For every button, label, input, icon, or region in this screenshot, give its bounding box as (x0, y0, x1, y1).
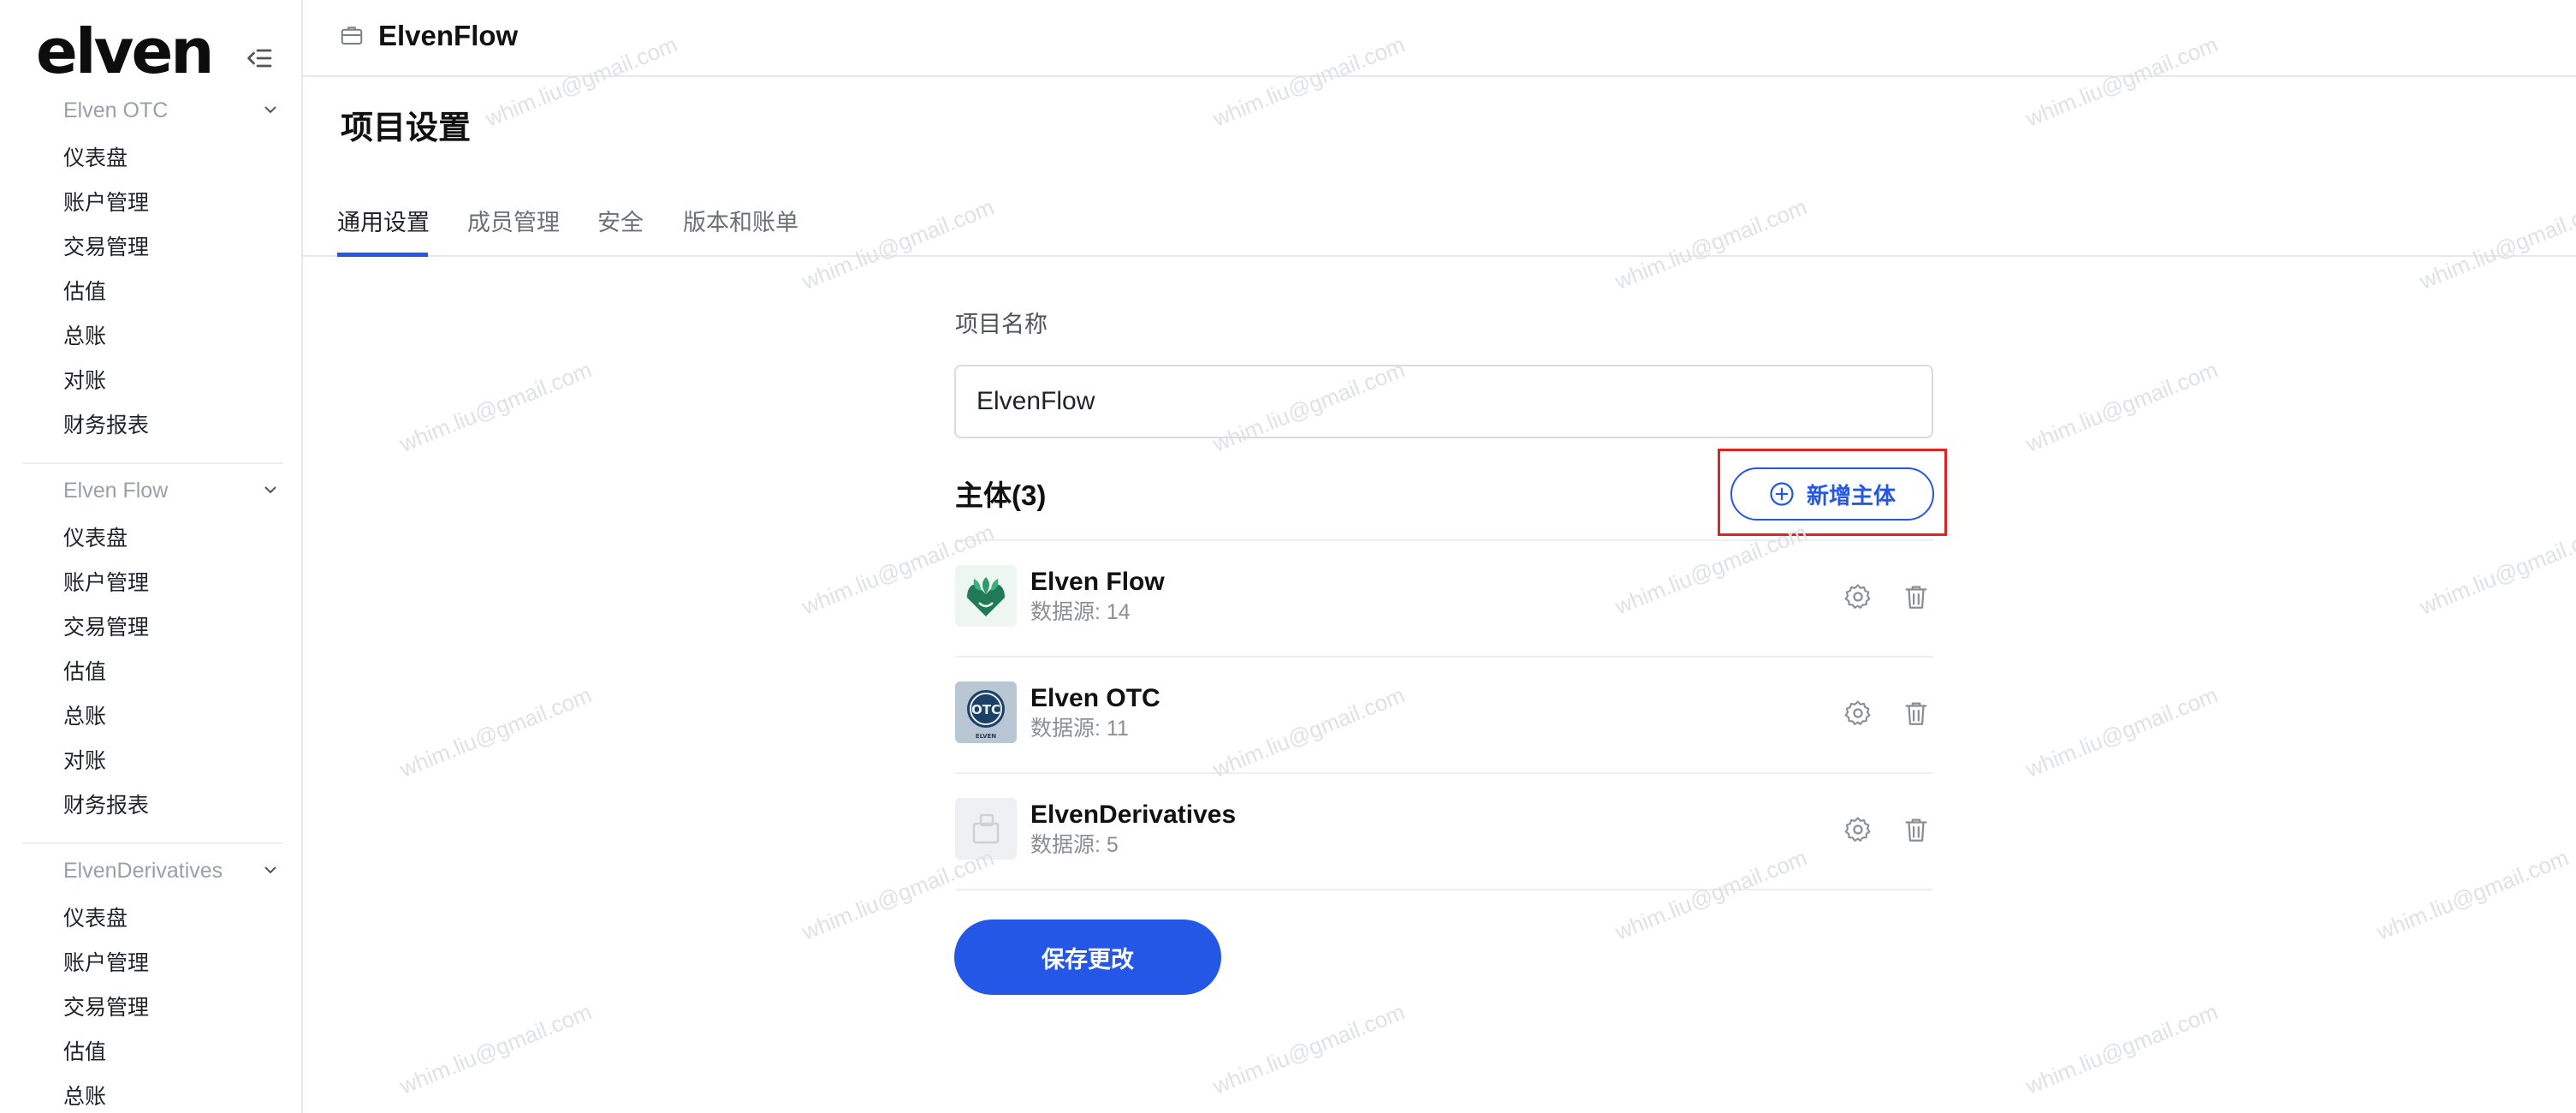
sidebar-group-elven-derivatives[interactable]: ElvenDerivatives (63, 856, 223, 885)
tab-security[interactable]: 安全 (597, 205, 644, 240)
sidebar-item-dashboard[interactable]: 仪表盘 (63, 904, 128, 933)
sidebar-item-dashboard[interactable]: 仪表盘 (63, 524, 128, 553)
collapse-sidebar-icon[interactable] (245, 43, 276, 74)
project-name-label: 项目名称 (955, 312, 1048, 337)
entity-name: Elven Flow (1030, 568, 1165, 596)
settings-tabs: 通用设置 成员管理 安全 版本和账单 (303, 190, 2576, 257)
save-changes-button[interactable]: 保存更改 (954, 920, 1221, 995)
watermark: whim.liu@gmail.com (2021, 681, 2222, 783)
watermark: whim.liu@gmail.com (2372, 844, 2573, 945)
sidebar-item-reports[interactable]: 财务报表 (63, 411, 149, 440)
tab-general-settings[interactable]: 通用设置 (337, 205, 430, 240)
sidebar-item-reconciliation[interactable]: 对账 (63, 747, 106, 776)
elven-logo[interactable]: elven (36, 10, 215, 92)
watermark: whim.liu@gmail.com (395, 356, 596, 457)
watermark: whim.liu@gmail.com (2021, 998, 2222, 1099)
sidebar-item-valuation[interactable]: 估值 (63, 1038, 106, 1067)
sidebar-item-ledger[interactable]: 总账 (63, 1082, 106, 1111)
trash-icon[interactable] (1902, 582, 1931, 611)
sidebar-group-elven-flow[interactable]: Elven Flow (63, 476, 168, 505)
entity-data-source-count: 数据源: 5 (1030, 833, 1119, 857)
project-name-input[interactable] (954, 365, 1933, 438)
row-divider (955, 889, 1933, 890)
gear-icon[interactable] (1843, 699, 1873, 728)
sidebar-item-ledger[interactable]: 总账 (63, 322, 106, 351)
sidebar-item-reconciliation[interactable]: 对账 (63, 366, 106, 396)
entity-data-source-count: 数据源: 11 (1030, 717, 1129, 741)
watermark: whim.liu@gmail.com (2415, 519, 2576, 620)
sidebar-item-valuation[interactable]: 估值 (63, 658, 106, 687)
sidebar-item-ledger[interactable]: 总账 (63, 702, 106, 731)
entity-name: ElvenDerivatives (1030, 801, 1237, 829)
chevron-down-icon[interactable] (260, 479, 281, 500)
trash-icon[interactable] (1902, 815, 1931, 844)
sidebar-item-reports[interactable]: 财务报表 (63, 791, 149, 820)
add-entity-button[interactable]: 新增主体 (1730, 467, 1934, 521)
sidebar-item-accounts[interactable]: 账户管理 (63, 188, 149, 217)
sidebar-item-dashboard[interactable]: 仪表盘 (63, 144, 128, 173)
sidebar-divider (22, 842, 282, 844)
entities-title: 主体(3) (955, 479, 1047, 511)
sidebar: elven Elven OTC 仪表盘 账户管理 交易管理 估值 总账 对账 财… (0, 0, 303, 1113)
entity-data-source-count: 数据源: 14 (1030, 600, 1131, 624)
tab-member-management[interactable]: 成员管理 (467, 205, 560, 240)
watermark: whim.liu@gmail.com (1208, 998, 1409, 1099)
gear-icon[interactable] (1843, 815, 1873, 844)
sidebar-item-accounts[interactable]: 账户管理 (63, 949, 149, 978)
trash-icon[interactable] (1902, 699, 1931, 728)
page-title: 项目设置 (341, 110, 472, 146)
otc-logo: OTC ELVEN (955, 681, 1017, 743)
sidebar-item-valuation[interactable]: 估值 (63, 277, 106, 307)
svg-text:OTC: OTC (971, 702, 1000, 717)
project-name: ElvenFlow (378, 20, 519, 51)
watermark: whim.liu@gmail.com (395, 681, 596, 783)
plus-circle-icon (1770, 482, 1794, 506)
briefcase-icon (341, 27, 363, 45)
sidebar-item-accounts[interactable]: 账户管理 (63, 568, 149, 598)
svg-text:ELVEN: ELVEN (976, 733, 996, 740)
sidebar-item-transactions[interactable]: 交易管理 (63, 613, 149, 642)
placeholder-logo (955, 798, 1017, 860)
chevron-down-icon[interactable] (260, 860, 281, 880)
tab-plan-and-billing[interactable]: 版本和账单 (683, 205, 798, 240)
entity-row: OTC ELVEN Elven OTC 数据源: 11 (955, 658, 1933, 772)
entity-row: ElvenDerivatives 数据源: 5 (955, 774, 1933, 889)
watermark: whim.liu@gmail.com (395, 998, 596, 1099)
entity-name: Elven OTC (1030, 684, 1160, 712)
active-tab-indicator (337, 253, 428, 257)
watermark: whim.liu@gmail.com (2021, 356, 2222, 457)
sidebar-divider (22, 462, 282, 464)
sidebar-item-transactions[interactable]: 交易管理 (63, 993, 149, 1022)
add-entity-label: 新增主体 (1806, 482, 1896, 509)
top-bar: ElvenFlow (303, 0, 2576, 77)
entity-row: Elven Flow 数据源: 14 (955, 541, 1933, 656)
sidebar-item-transactions[interactable]: 交易管理 (63, 233, 149, 262)
sidebar-group-elven-otc[interactable]: Elven OTC (63, 96, 168, 125)
chevron-down-icon[interactable] (260, 99, 281, 120)
leaf-logo (955, 565, 1017, 627)
gear-icon[interactable] (1843, 582, 1873, 611)
